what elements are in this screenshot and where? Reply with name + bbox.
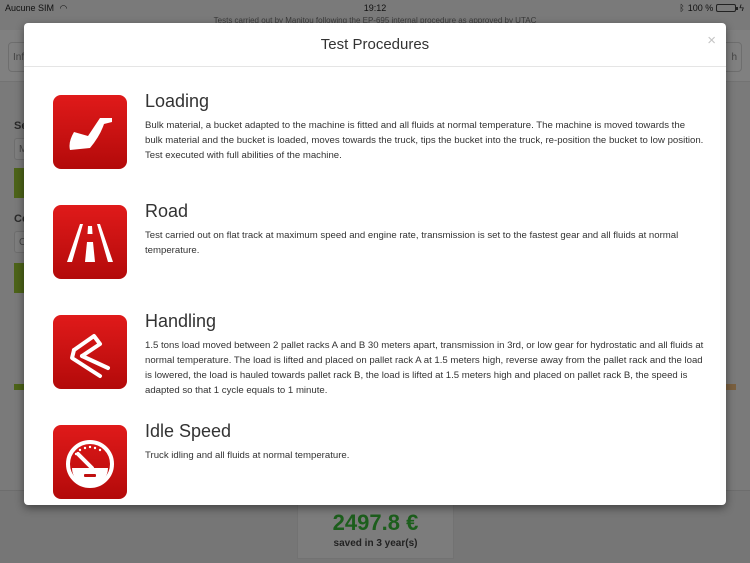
speedometer-icon bbox=[53, 425, 127, 499]
procedure-title: Handling bbox=[145, 311, 217, 331]
loader-bucket-icon bbox=[53, 95, 127, 169]
bluetooth-icon: ᛒ bbox=[679, 3, 685, 13]
procedure-title: Loading bbox=[145, 91, 210, 111]
charging-icon: ϟ bbox=[739, 3, 744, 13]
modal-header: Test Procedures × bbox=[24, 23, 726, 67]
modal-title: Test Procedures bbox=[320, 36, 430, 53]
procedure-description: 1.5 tons load moved between 2 pallet rac… bbox=[145, 340, 704, 396]
savings-box: 2497.8 € saved in 3 year(s) bbox=[297, 497, 454, 559]
close-button[interactable]: × bbox=[707, 33, 716, 48]
clock: 19:12 bbox=[363, 3, 387, 13]
test-procedures-modal: Test Procedures × Loading Bulk material,… bbox=[24, 23, 726, 505]
road-icon bbox=[53, 205, 127, 279]
procedure-title: Road bbox=[145, 201, 189, 221]
savings-caption: saved in 3 year(s) bbox=[333, 538, 418, 549]
battery-icon bbox=[716, 4, 739, 12]
status-right: ᛒ 100 % ϟ bbox=[679, 3, 744, 13]
status-bar: Aucune SIM ◠ 19:12 ᛒ 100 % ϟ bbox=[0, 0, 750, 16]
procedure-description: Test carried out on flat track at maximu… bbox=[145, 230, 679, 256]
savings-amount: 2497.8 € bbox=[332, 510, 419, 535]
procedure-description: Bulk material, a bucket adapted to the m… bbox=[145, 120, 704, 161]
procedure-description: Truck idling and all fluids at normal te… bbox=[145, 450, 350, 461]
battery-percent: 100 % bbox=[687, 3, 714, 13]
forklift-forks-icon bbox=[53, 315, 127, 389]
procedure-title: Idle Speed bbox=[145, 421, 232, 441]
